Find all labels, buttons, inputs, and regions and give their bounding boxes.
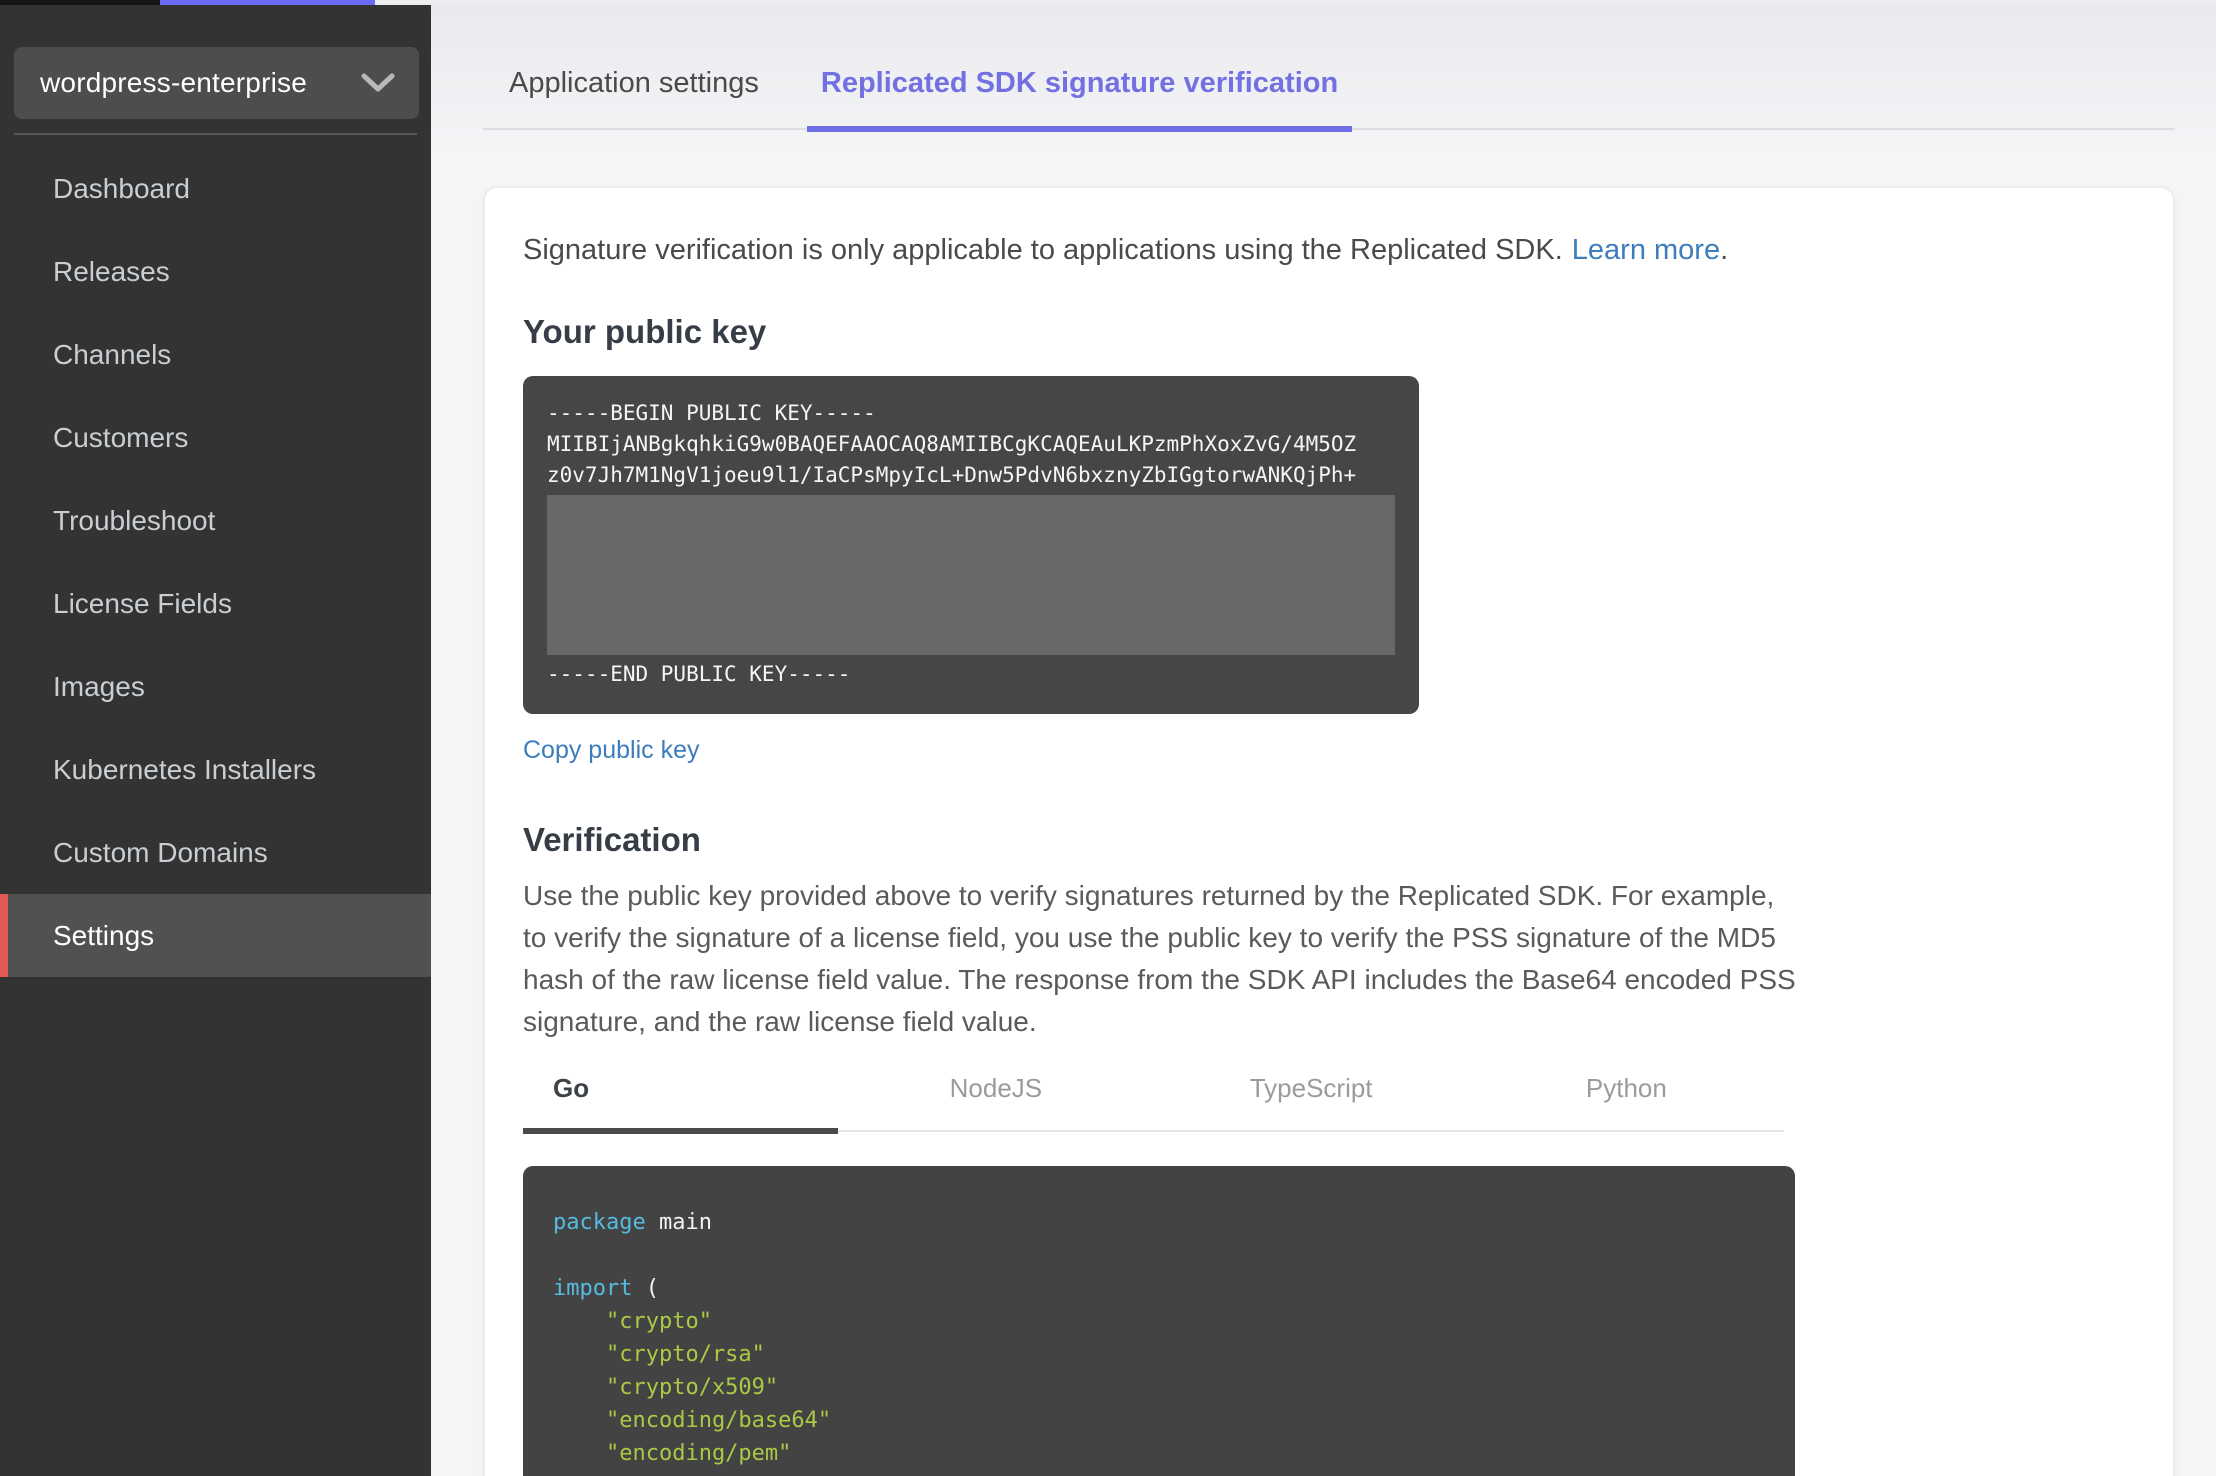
public-key-line: -----BEGIN PUBLIC KEY----- — [547, 401, 876, 425]
sidebar-item-label: License Fields — [53, 587, 232, 619]
code-line: "crypto" — [553, 1305, 1765, 1338]
app-shell: wordpress-enterprise Dashboard Releases Ch… — [0, 5, 2216, 1476]
code-tab-go[interactable]: Go — [523, 1073, 839, 1134]
code-line: "crypto/rsa" — [553, 1338, 1765, 1371]
tab-application-settings[interactable]: Application settings — [495, 67, 773, 132]
code-tab-python[interactable]: Python — [1469, 1073, 1784, 1134]
chevron-down-icon — [361, 73, 395, 92]
sidebar-item-kubernetes-installers[interactable]: Kubernetes Installers — [0, 728, 431, 811]
verification-heading: Verification — [523, 821, 701, 858]
settings-card: Signature verification is only applicabl… — [483, 186, 2175, 1476]
code-sample-block[interactable]: package main import ( "crypto" "crypto/r… — [523, 1166, 1795, 1476]
tab-replicated-sdk-signature-verification[interactable]: Replicated SDK signature verification — [806, 67, 1353, 132]
code-tab-nodejs[interactable]: NodeJS — [838, 1073, 1153, 1134]
sidebar-item-troubleshoot[interactable]: Troubleshoot — [0, 479, 431, 562]
code-line: import ( — [553, 1272, 1765, 1305]
code-token-keyword: import — [553, 1276, 633, 1301]
sidebar-item-images[interactable]: Images — [0, 645, 431, 728]
code-token-string: "encoding/base64" — [553, 1408, 832, 1433]
sidebar-item-label: Channels — [53, 338, 172, 370]
sidebar: wordpress-enterprise Dashboard Releases Ch… — [0, 5, 431, 1476]
sidebar-item-releases[interactable]: Releases — [0, 230, 431, 313]
code-token-plain: ( — [632, 1276, 659, 1301]
sidebar-item-label: Troubleshoot — [53, 504, 216, 536]
code-token-string: "crypto/x509" — [553, 1375, 779, 1400]
code-language-tabs: Go NodeJS TypeScript Python — [523, 1073, 1784, 1134]
sidebar-item-label: Customers — [53, 421, 189, 453]
sidebar-divider — [14, 133, 417, 135]
public-key-line: MIIBIjANBgkqhkiG9w0BAQEFAAOCAQ8AMIIBCgKC… — [547, 432, 1357, 456]
public-key-heading: Your public key — [523, 313, 767, 350]
app-selector-label: wordpress-enterprise — [40, 67, 307, 98]
code-token-string: "crypto/rsa" — [553, 1342, 765, 1367]
code-token-string: "encoding/pem" — [553, 1441, 792, 1466]
sidebar-item-channels[interactable]: Channels — [0, 313, 431, 396]
code-line: package main — [553, 1206, 1765, 1239]
public-key-block[interactable]: -----BEGIN PUBLIC KEY----- MIIBIjANBgkqhk… — [523, 376, 1419, 714]
sidebar-item-customers[interactable]: Customers — [0, 396, 431, 479]
main-content: Application settings Replicated SDK signa… — [431, 5, 2216, 1476]
sidebar-item-settings[interactable]: Settings — [0, 894, 431, 977]
sidebar-item-label: Kubernetes Installers — [53, 753, 317, 785]
code-line: "encoding/pem" — [553, 1437, 1765, 1470]
sidebar-nav: Dashboard Releases Channels Customers Troubl… — [0, 147, 431, 977]
sidebar-item-label: Releases — [53, 255, 170, 287]
code-line: "fmt" — [553, 1470, 1765, 1476]
sidebar-item-dashboard[interactable]: Dashboard — [0, 147, 431, 230]
public-key-end-line: -----END PUBLIC KEY----- — [547, 662, 851, 686]
learn-more-link[interactable]: Learn more — [1572, 234, 1720, 266]
notice-text: Signature verification is only applicabl… — [523, 234, 1563, 266]
app-selector-dropdown[interactable]: wordpress-enterprise — [14, 47, 419, 119]
sidebar-item-custom-domains[interactable]: Custom Domains — [0, 811, 431, 894]
verification-description: Use the public key provided above to ver… — [523, 880, 1796, 1037]
code-tab-typescript[interactable]: TypeScript — [1154, 1073, 1469, 1134]
code-token-keyword: package — [553, 1210, 646, 1235]
sidebar-item-label: Images — [53, 670, 145, 702]
sdk-notice: Signature verification is only applicabl… — [523, 234, 2133, 267]
sidebar-item-label: Custom Domains — [53, 836, 268, 868]
code-line: "crypto/x509" — [553, 1371, 1765, 1404]
settings-tabs: Application settings Replicated SDK signa… — [483, 5, 2175, 132]
code-token-plain: main — [645, 1210, 712, 1235]
code-line: "encoding/base64" — [553, 1404, 1765, 1437]
sidebar-item-label: Settings — [53, 919, 155, 951]
code-token-string: "crypto" — [553, 1309, 712, 1334]
copy-public-key-link[interactable]: Copy public key — [523, 736, 699, 765]
sidebar-item-license-fields[interactable]: License Fields — [0, 562, 431, 645]
notice-suffix: . — [1720, 234, 1729, 266]
sidebar-item-label: Dashboard — [53, 172, 190, 204]
public-key-line: z0v7Jh7M1NgV1joeu9l1/IaCPsMpyIcL+Dnw5Pdv… — [547, 463, 1357, 487]
public-key-redacted-selection — [547, 495, 1395, 655]
